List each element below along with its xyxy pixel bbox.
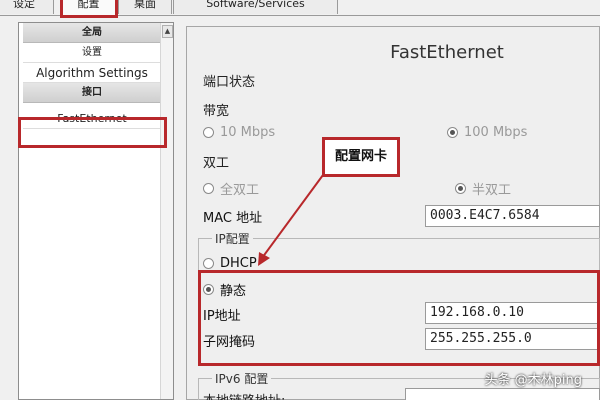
tab-config[interactable]: 配置 xyxy=(60,0,117,16)
radio-selected-icon xyxy=(447,127,458,138)
tab-settings[interactable]: 设定 xyxy=(0,0,54,14)
full-duplex-label: 全双工 xyxy=(220,183,260,198)
duplex-label: 双工 xyxy=(203,156,230,171)
ipv6-config-group-label: IPv6 配置 xyxy=(212,370,272,387)
static-radio[interactable]: 静态 xyxy=(203,280,246,299)
bandwidth-100-label: 100 Mbps xyxy=(464,125,528,140)
tab-desktop[interactable]: 桌面 xyxy=(118,0,172,14)
port-status-label: 端口状态 xyxy=(203,75,256,90)
static-label: 静态 xyxy=(220,284,247,299)
link-local-address-label: 本地链路地址: xyxy=(203,390,285,400)
dhcp-label: DHCP xyxy=(220,256,257,271)
ip-address-field[interactable]: 192.168.0.10 xyxy=(425,302,600,324)
subnet-mask-label: 子网掩码 xyxy=(203,335,256,350)
sidebar-item-settings[interactable]: 设置 xyxy=(23,43,161,63)
half-duplex-radio[interactable]: 半双工 xyxy=(455,179,511,198)
radio-circle-icon xyxy=(203,258,214,269)
sidebar-item-fastethernet[interactable]: FastEthernet xyxy=(23,109,161,129)
bandwidth-10-label: 10 Mbps xyxy=(220,125,276,140)
dhcp-radio[interactable]: DHCP xyxy=(203,256,257,271)
radio-circle-icon xyxy=(203,183,214,194)
sidebar-item-algorithm-settings[interactable]: Algorithm Settings xyxy=(23,63,161,83)
ip-address-label: IP地址 xyxy=(203,309,241,324)
tab-divider xyxy=(0,15,600,16)
watermark: 头条 @木林ping xyxy=(484,373,583,388)
sidebar-header-interface[interactable]: 接口 xyxy=(23,83,161,103)
tab-bar: 设定 配置 桌面 Software/Services xyxy=(0,0,600,18)
full-duplex-radio[interactable]: 全双工 xyxy=(203,179,259,198)
mac-address-label: MAC 地址 xyxy=(203,211,263,226)
annotation-callout: 配置网卡 xyxy=(322,137,400,177)
ip-config-group-label: IP配置 xyxy=(212,230,253,247)
radio-selected-icon xyxy=(203,284,214,295)
bandwidth-100-radio[interactable]: 100 Mbps xyxy=(447,125,527,140)
scroll-up-icon[interactable]: ▲ xyxy=(162,25,173,38)
sidebar: 全局 设置 Algorithm Settings 接口 FastEthernet… xyxy=(18,22,174,400)
half-duplex-label: 半双工 xyxy=(472,183,512,198)
mac-address-field[interactable]: 0003.E4C7.6584 xyxy=(425,205,600,227)
tab-software-services[interactable]: Software/Services xyxy=(173,0,338,14)
sidebar-header-global[interactable]: 全局 xyxy=(23,23,161,43)
sidebar-scrollbar[interactable]: ▲ xyxy=(160,23,173,399)
radio-circle-icon xyxy=(203,127,214,138)
link-local-address-field[interactable] xyxy=(405,388,600,400)
bandwidth-10-radio[interactable]: 10 Mbps xyxy=(203,125,275,140)
radio-selected-icon xyxy=(455,183,466,194)
bandwidth-label: 带宽 xyxy=(203,104,230,119)
subnet-mask-field[interactable]: 255.255.255.0 xyxy=(425,328,600,350)
panel-title: FastEthernet xyxy=(390,42,504,63)
